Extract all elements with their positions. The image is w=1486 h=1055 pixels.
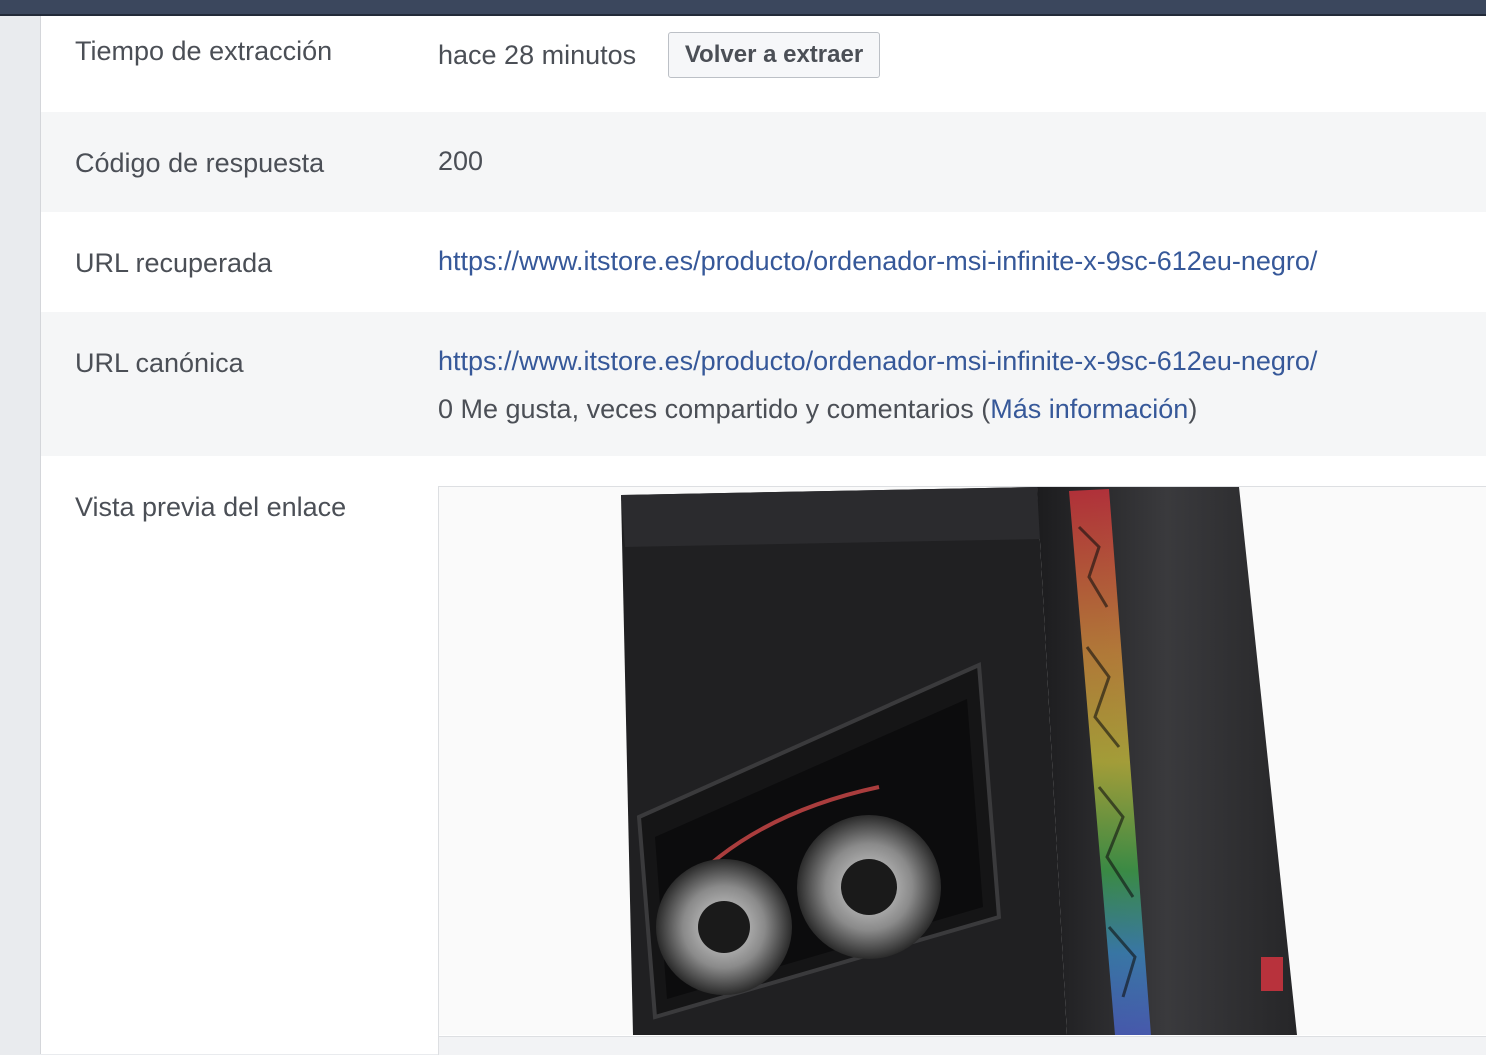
preview-image	[439, 487, 1486, 1035]
fetched-url-label: URL recuperada	[75, 248, 273, 278]
refetch-button[interactable]: Volver a extraer	[668, 32, 880, 78]
fetch-time-label: Tiempo de extracción	[75, 36, 333, 66]
debugger-results-panel: Tiempo de extracción hace 28 minutos Vol…	[41, 16, 1486, 1055]
msi-logo	[1261, 957, 1283, 991]
left-gutter	[0, 16, 41, 1054]
row-canonical-url: URL canónica https://www.itstore.es/prod…	[41, 312, 1486, 456]
link-preview-label: Vista previa del enlace	[75, 492, 347, 522]
engagement-close-paren: )	[1188, 394, 1198, 424]
engagement-summary: 0 Me gusta, veces compartido y comentari…	[438, 394, 1197, 425]
more-info-link[interactable]: Más información	[990, 394, 1188, 424]
top-bar	[0, 0, 1486, 16]
preview-footer	[439, 1036, 1486, 1055]
canonical-url-link[interactable]: https://www.itstore.es/producto/ordenado…	[438, 346, 1317, 377]
row-fetched-url: URL recuperada https://www.itstore.es/pr…	[41, 212, 1486, 312]
fetch-time-value: hace 28 minutos	[438, 40, 637, 70]
response-code-value: 200	[438, 146, 484, 176]
engagement-text: 0 Me gusta, veces compartido y comentari…	[438, 394, 991, 424]
response-code-label: Código de respuesta	[75, 148, 325, 178]
fetched-url-link[interactable]: https://www.itstore.es/producto/ordenado…	[438, 246, 1317, 277]
row-fetch-time: Tiempo de extracción hace 28 minutos Vol…	[41, 16, 1486, 112]
canonical-url-label: URL canónica	[75, 348, 244, 378]
row-response-code: Código de respuesta 200	[41, 112, 1486, 212]
link-preview-card[interactable]	[438, 486, 1486, 1055]
